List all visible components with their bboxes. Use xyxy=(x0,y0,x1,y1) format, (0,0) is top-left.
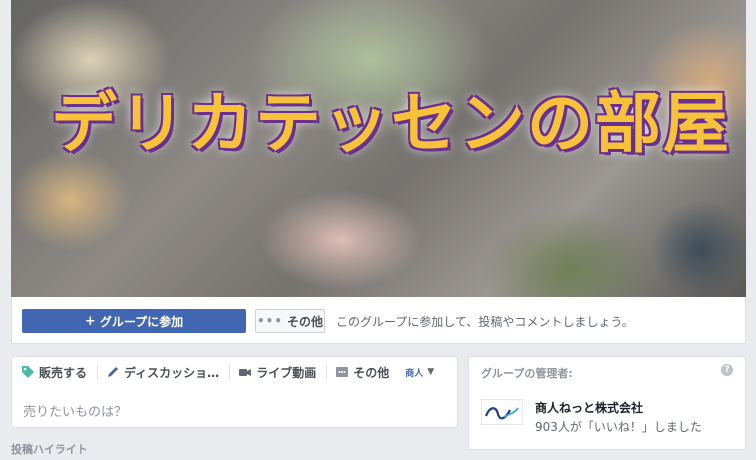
video-camera-icon xyxy=(238,365,252,379)
group-cover-photo: デリカテッセンの部屋 xyxy=(11,0,746,297)
caret-down-icon: ▼ xyxy=(427,367,435,377)
post-highlights-heading: 投稿ハイライト xyxy=(11,443,88,456)
post-composer: 販売する ディスカッショ… ライブ動画 その他 商人 ▼ 売りたいものは？ xyxy=(11,356,458,428)
join-hint-text: このグループに参加して、投稿やコメントしましょう。 xyxy=(336,315,634,329)
help-icon[interactable]: ? xyxy=(721,364,733,376)
join-group-button[interactable]: + グループに参加 xyxy=(22,309,246,333)
composer-input[interactable]: 売りたいものは？ xyxy=(23,401,127,420)
join-group-label: グループに参加 xyxy=(99,314,184,329)
tag-icon xyxy=(21,365,35,379)
admin-likes: 903人が「いいね！」しました xyxy=(535,420,702,434)
audience-selector[interactable]: 商人 ▼ xyxy=(405,366,434,379)
tab-live-video-label: ライブ動画 xyxy=(256,365,317,380)
tab-sell[interactable]: 販売する xyxy=(21,364,87,381)
admin-logo[interactable] xyxy=(481,399,523,425)
group-admins-card: グループの管理者: ? 商人ねっと株式会社 903人が「いいね！」しました xyxy=(468,356,746,450)
tab-more-label: その他 xyxy=(353,365,390,380)
tab-discussion-label: ディスカッショ… xyxy=(124,365,220,380)
tab-divider xyxy=(326,364,328,380)
pencil-icon xyxy=(106,365,120,379)
group-action-bar: + グループに参加 ••• その他 このグループに参加して、投稿やコメントしまし… xyxy=(11,297,746,344)
audience-label: 商人 xyxy=(405,368,424,379)
tab-divider xyxy=(97,364,99,380)
composer-tabs: 販売する ディスカッショ… ライブ動画 その他 商人 ▼ xyxy=(12,357,457,387)
admin-logo-mark xyxy=(484,407,519,420)
ellipsis-icon: ••• xyxy=(256,314,283,328)
tab-live-video[interactable]: ライブ動画 xyxy=(238,364,316,381)
more-label: その他 xyxy=(287,314,324,329)
tab-discussion[interactable]: ディスカッショ… xyxy=(106,364,219,381)
more-icon xyxy=(335,365,349,379)
cover-title: デリカテッセンの部屋 xyxy=(51,85,731,162)
tab-more[interactable]: その他 xyxy=(335,364,389,381)
tab-divider xyxy=(229,364,231,380)
more-button[interactable]: ••• その他 xyxy=(255,309,325,333)
admin-name[interactable]: 商人ねっと株式会社 xyxy=(535,399,643,416)
tab-sell-label: 販売する xyxy=(39,365,88,380)
plus-icon: + xyxy=(84,313,96,329)
admins-heading: グループの管理者: xyxy=(481,367,573,380)
